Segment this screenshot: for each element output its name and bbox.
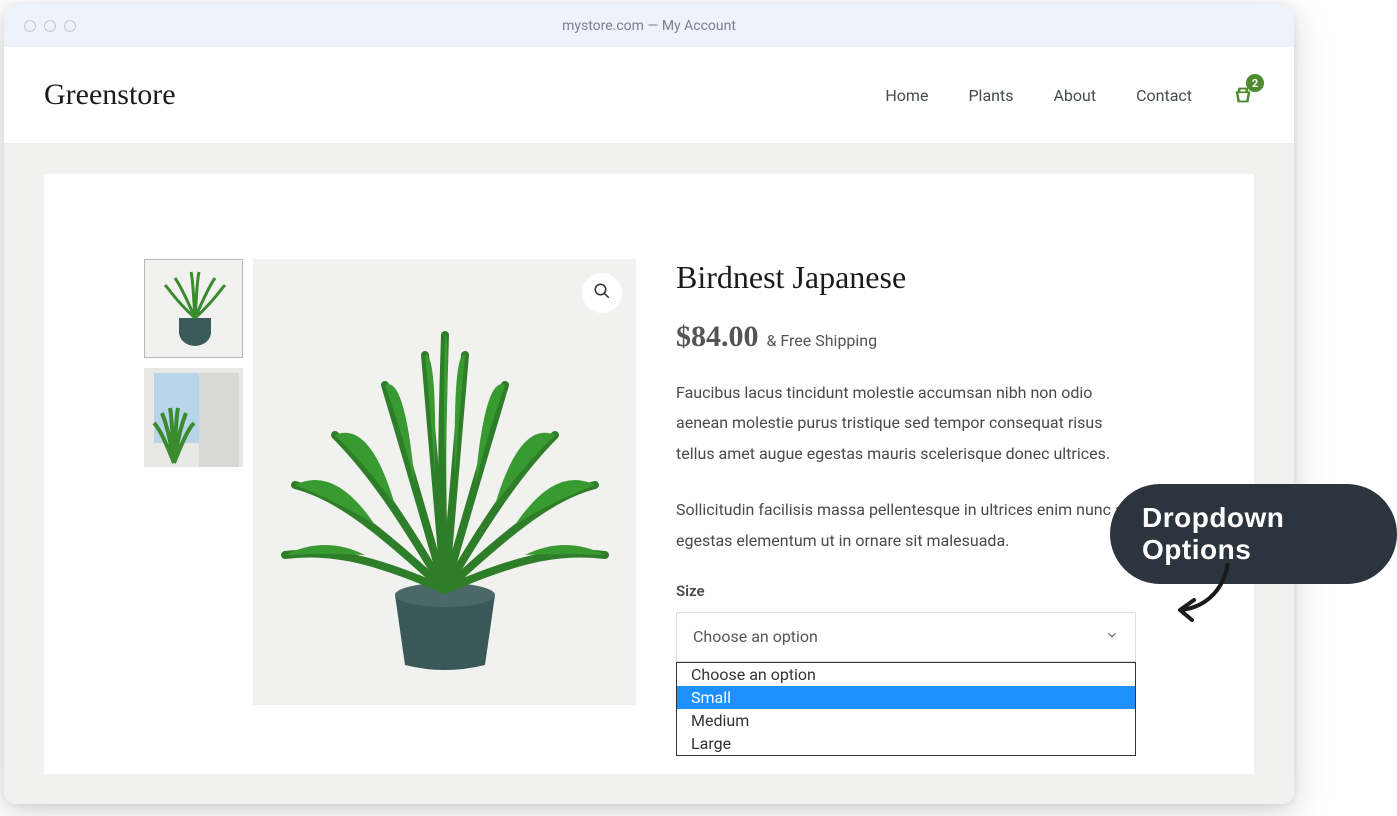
option-choose[interactable]: Choose an option xyxy=(677,663,1135,686)
thumbnail-list xyxy=(144,259,243,724)
nav-home[interactable]: Home xyxy=(885,86,928,105)
main-nav: Home Plants About Contact 2 xyxy=(885,84,1254,106)
close-window-button[interactable] xyxy=(24,20,36,32)
cart-count-badge: 2 xyxy=(1246,74,1264,92)
traffic-lights xyxy=(24,20,76,32)
site-header: Greenstore Home Plants About Contact 2 xyxy=(4,47,1294,144)
price-row: $84.00 & Free Shipping xyxy=(676,320,1136,354)
product-gallery xyxy=(144,259,636,724)
nav-about[interactable]: About xyxy=(1053,86,1096,105)
option-large[interactable]: Large xyxy=(677,732,1135,755)
nav-contact[interactable]: Contact xyxy=(1136,86,1192,105)
callout-arrow-icon xyxy=(1168,558,1248,628)
title-bar: mystore.com — My Account xyxy=(4,4,1294,47)
size-label: Size xyxy=(676,582,1136,600)
chevron-down-icon xyxy=(1105,627,1119,646)
size-options-list: Choose an option Small Medium Large xyxy=(676,662,1136,756)
option-medium[interactable]: Medium xyxy=(677,709,1135,732)
callout-label: Dropdown Options xyxy=(1110,484,1397,584)
product-details: Birdnest Japanese $84.00 & Free Shipping… xyxy=(676,259,1136,724)
select-value: Choose an option xyxy=(693,627,818,646)
size-select[interactable]: Choose an option xyxy=(676,612,1136,662)
thumbnail-1[interactable] xyxy=(144,259,243,358)
minimize-window-button[interactable] xyxy=(44,20,56,32)
option-small[interactable]: Small xyxy=(677,686,1135,709)
product-price: $84.00 xyxy=(676,320,759,353)
thumbnail-2[interactable] xyxy=(144,368,243,467)
maximize-window-button[interactable] xyxy=(64,20,76,32)
shipping-text: & Free Shipping xyxy=(766,331,877,350)
product-description-1: Faucibus lacus tincidunt molestie accums… xyxy=(676,378,1136,469)
size-select-wrapper: Choose an option Choose an option Small … xyxy=(676,612,1136,662)
nav-plants[interactable]: Plants xyxy=(968,86,1013,105)
product-main-image[interactable] xyxy=(253,259,636,705)
product-title: Birdnest Japanese xyxy=(676,259,1136,296)
cart-button[interactable]: 2 xyxy=(1232,84,1254,106)
product-description-2: Sollicitudin facilisis massa pellentesqu… xyxy=(676,495,1136,556)
site-logo[interactable]: Greenstore xyxy=(44,78,176,112)
product-card: Birdnest Japanese $84.00 & Free Shipping… xyxy=(44,174,1254,774)
content-area: Birdnest Japanese $84.00 & Free Shipping… xyxy=(4,144,1294,804)
window-title: mystore.com — My Account xyxy=(562,18,736,34)
browser-window: mystore.com — My Account Greenstore Home… xyxy=(4,4,1294,804)
